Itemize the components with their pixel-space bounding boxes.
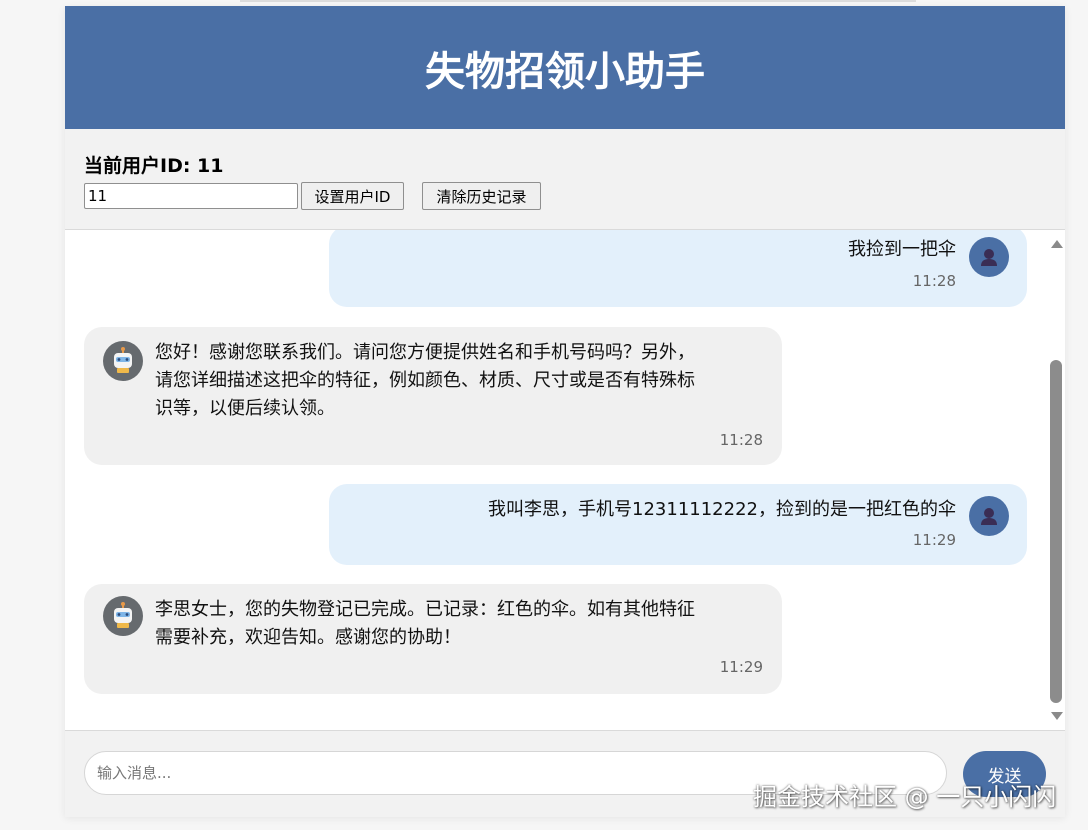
message-line: 请您详细描述这把伞的特征，例如颜色、材质、尺寸或是否有特殊标 [155, 370, 695, 391]
message-time: 11:29 [912, 531, 956, 549]
chat-app: 失物招领小助手 当前用户ID: 11 设置用户ID 清除历史记录 我捡到一把伞 … [65, 6, 1065, 817]
message-time: 11:29 [719, 658, 763, 676]
message-scrollbar[interactable] [1047, 230, 1065, 730]
bot-message: 您好！感谢您联系我们。请问您方便提供姓名和手机号码吗？另外， 请您详细描述这把伞… [84, 327, 782, 465]
message-line: 识等，以便后续认领。 [155, 398, 335, 419]
robot-avatar-icon [103, 341, 143, 381]
clear-history-button[interactable]: 清除历史记录 [422, 182, 541, 210]
watermark: 掘金技术社区 @ 一只小闪闪 [753, 783, 1057, 811]
robot-avatar-icon [103, 596, 143, 636]
user-id-input[interactable] [84, 183, 298, 209]
scroll-up-arrow-icon[interactable] [1051, 240, 1063, 248]
message-line: 需要补充，欢迎告知。感谢您的协助！ [155, 627, 461, 648]
scroll-down-arrow-icon[interactable] [1051, 712, 1063, 720]
app-title: 失物招领小助手 [425, 48, 705, 95]
top-divider [240, 0, 916, 2]
user-message: 我捡到一把伞 11:28 [329, 230, 1027, 307]
set-user-id-button[interactable]: 设置用户ID [301, 182, 404, 210]
scrollbar-thumb[interactable] [1050, 360, 1062, 703]
app-header: 失物招领小助手 [65, 6, 1065, 129]
message-time: 11:28 [719, 431, 763, 449]
message-text: 李思女士，您的失物登记已完成。已记录：红色的伞。如有其他特征 需要补充，欢迎告知… [155, 596, 765, 652]
current-user-label: 当前用户ID: 11 [84, 155, 224, 177]
bot-message: 李思女士，您的失物登记已完成。已记录：红色的伞。如有其他特征 需要补充，欢迎告知… [84, 584, 782, 694]
user-avatar-icon [969, 237, 1009, 277]
message-time: 11:28 [912, 272, 956, 290]
message-text: 我捡到一把伞 [848, 239, 956, 260]
message-line: 您好！感谢您联系我们。请问您方便提供姓名和手机号码吗？另外， [155, 342, 695, 363]
message-text: 我叫李思，手机号12311112222，捡到的是一把红色的伞 [488, 499, 956, 520]
user-panel: 当前用户ID: 11 设置用户ID 清除历史记录 [65, 129, 1065, 230]
message-line: 李思女士，您的失物登记已完成。已记录：红色的伞。如有其他特征 [155, 599, 695, 620]
user-avatar-icon [969, 496, 1009, 536]
message-text: 您好！感谢您联系我们。请问您方便提供姓名和手机号码吗？另外， 请您详细描述这把伞… [155, 339, 765, 423]
user-message: 我叫李思，手机号12311112222，捡到的是一把红色的伞 11:29 [329, 484, 1027, 565]
message-list[interactable]: 我捡到一把伞 11:28 您好！感谢您联系我们。请问您方便提供姓名和手机号码吗？… [65, 230, 1065, 730]
